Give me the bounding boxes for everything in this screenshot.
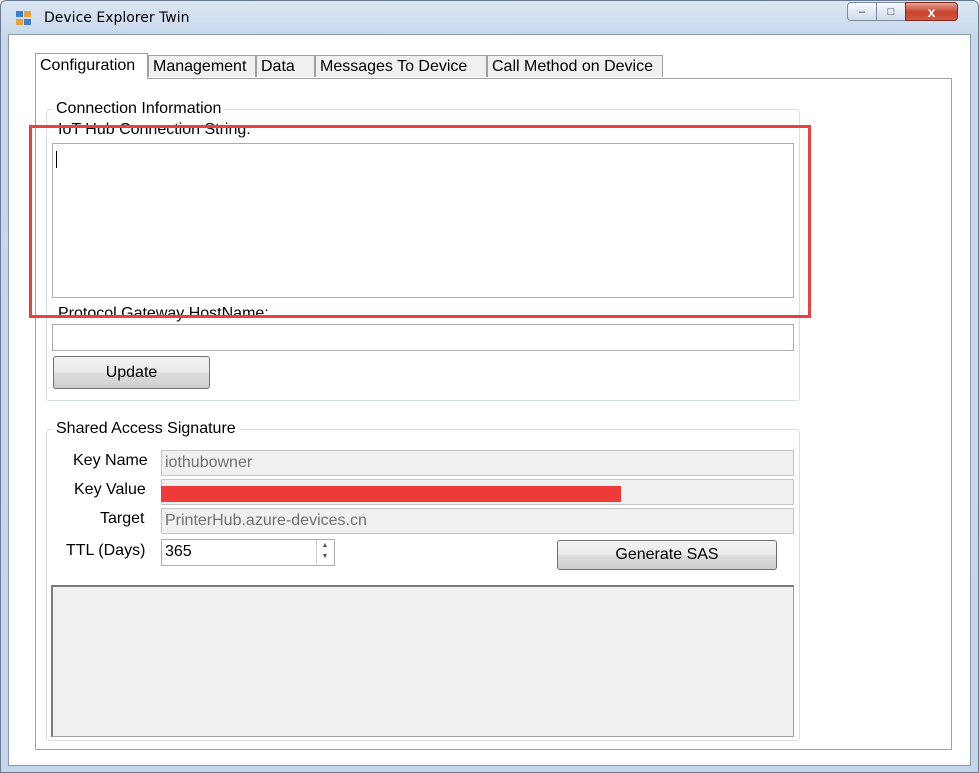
key-name-label: Key Name	[73, 452, 148, 469]
gateway-input[interactable]	[52, 324, 794, 351]
target-field[interactable]: PrinterHub.azure-devices.cn	[161, 508, 794, 534]
redaction-bar	[161, 486, 621, 502]
ttl-stepper[interactable]: 365 ▲ ▼	[161, 539, 335, 566]
target-label: Target	[100, 510, 145, 527]
maximize-button[interactable]: □	[876, 2, 906, 21]
tab-data[interactable]: Data	[256, 55, 315, 77]
device-explorer-window: Device Explorer Twin – □ x Configuration…	[0, 0, 979, 773]
close-button[interactable]: x	[905, 2, 958, 21]
title-bar[interactable]: Device Explorer Twin – □ x	[1, 1, 978, 35]
ttl-label: TTL (Days)	[66, 542, 146, 559]
highlight-box	[29, 125, 811, 318]
sas-output-box[interactable]	[51, 585, 794, 737]
sas-title: Shared Access Signature	[53, 420, 239, 438]
key-name-field[interactable]: iothubowner	[161, 450, 794, 476]
ttl-value: 365	[165, 543, 192, 560]
tab-configuration[interactable]: Configuration	[35, 53, 148, 79]
tab-management[interactable]: Management	[148, 55, 256, 77]
window-title: Device Explorer Twin	[44, 10, 190, 26]
minimize-button[interactable]: –	[847, 2, 877, 21]
tab-messages-to-device[interactable]: Messages To Device	[315, 55, 487, 77]
connection-info-title: Connection Information	[53, 100, 225, 118]
app-icon	[16, 11, 32, 27]
key-value-label: Key Value	[74, 481, 146, 498]
spin-up-icon[interactable]: ▲	[317, 540, 333, 551]
sas-group: Shared Access Signature Key Name iothubo…	[46, 420, 800, 741]
spin-down-icon[interactable]: ▼	[317, 551, 333, 562]
update-button[interactable]: Update	[53, 356, 210, 389]
generate-sas-button[interactable]: Generate SAS	[557, 540, 777, 570]
ttl-spin-buttons[interactable]: ▲ ▼	[316, 540, 333, 564]
tab-call-method-on-device[interactable]: Call Method on Device	[487, 55, 663, 77]
